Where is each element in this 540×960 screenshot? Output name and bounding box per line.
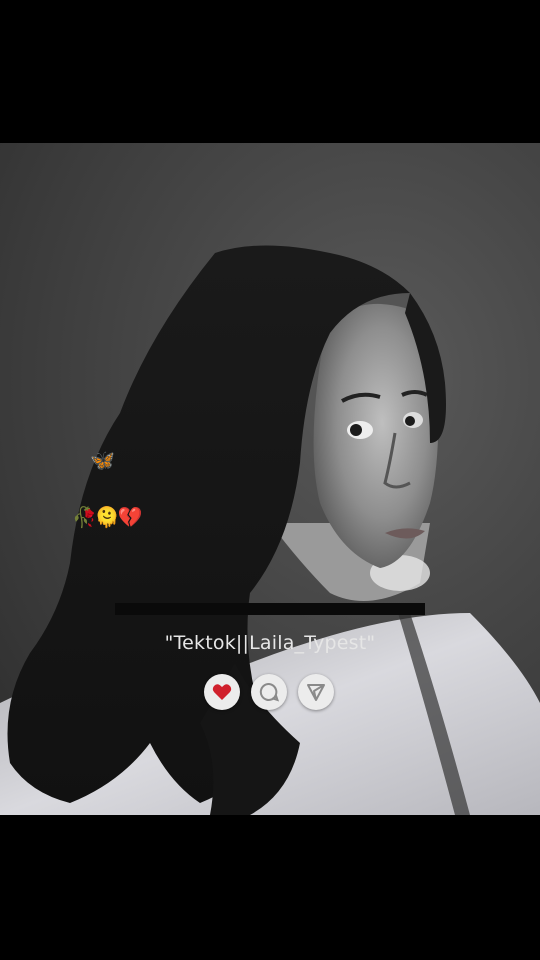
portrait-image (0, 245, 540, 815)
butterfly-emoji: 🦋 (90, 448, 115, 472)
heart-icon (212, 684, 232, 700)
comment-icon (259, 682, 279, 702)
emoji-sticker-row: 🥀🫠💔 (72, 505, 143, 529)
caption-divider (115, 603, 425, 615)
watermark-caption: "Tektok||Laila_Typest" (164, 632, 376, 654)
action-bar (204, 674, 334, 710)
letterbox-bottom (0, 815, 540, 960)
comment-button[interactable] (251, 674, 287, 710)
letterbox-top (0, 0, 540, 143)
share-button[interactable] (298, 674, 334, 710)
video-frame[interactable]: 🦋 🥀🫠💔 (0, 143, 540, 815)
like-button[interactable] (204, 674, 240, 710)
send-icon (307, 684, 325, 701)
